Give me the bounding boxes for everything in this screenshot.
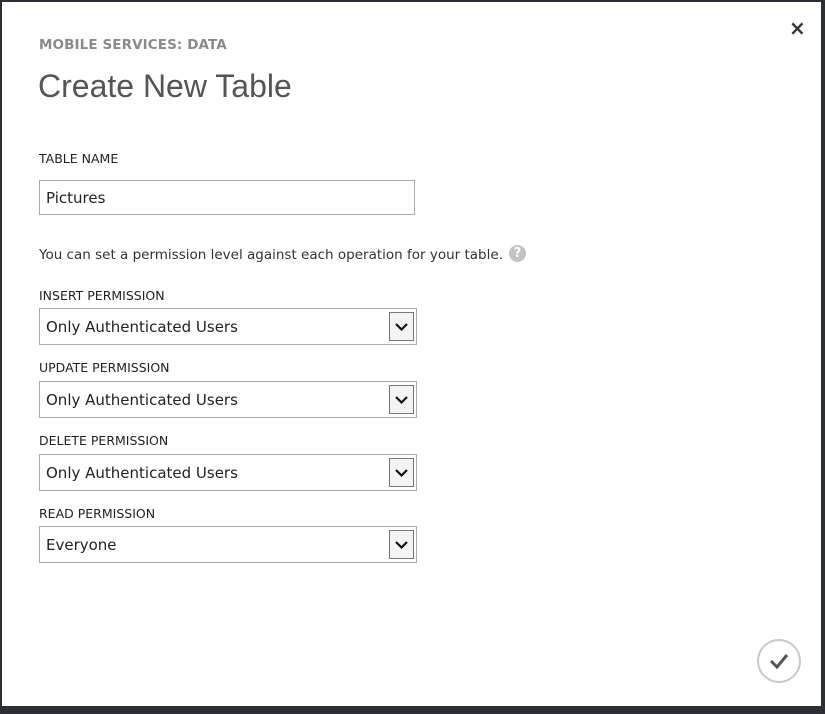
delete-permission-label: DELETE PERMISSION xyxy=(39,433,169,448)
read-permission-label: READ PERMISSION xyxy=(39,506,156,521)
insert-permission-label: INSERT PERMISSION xyxy=(39,288,165,303)
delete-permission-select[interactable]: Only Authenticated Users xyxy=(39,454,417,491)
create-table-dialog: × MOBILE SERVICES: DATA Create New Table… xyxy=(2,2,821,706)
update-permission-select[interactable]: Only Authenticated Users xyxy=(39,381,417,418)
read-permission-select[interactable]: Everyone xyxy=(39,526,417,563)
table-name-input[interactable] xyxy=(39,180,415,215)
select-value: Everyone xyxy=(46,536,117,554)
select-value: Only Authenticated Users xyxy=(46,391,238,409)
chevron-down-icon[interactable] xyxy=(389,458,414,487)
chevron-down-icon[interactable] xyxy=(389,530,414,559)
table-name-label: TABLE NAME xyxy=(39,151,119,166)
help-icon[interactable]: ? xyxy=(509,245,526,262)
dialog-subtitle: MOBILE SERVICES: DATA xyxy=(39,37,227,53)
select-value: Only Authenticated Users xyxy=(46,464,238,482)
select-value: Only Authenticated Users xyxy=(46,318,238,336)
confirm-button[interactable] xyxy=(757,639,801,683)
insert-permission-select[interactable]: Only Authenticated Users xyxy=(39,308,417,345)
chevron-down-icon[interactable] xyxy=(389,312,414,341)
close-icon[interactable]: × xyxy=(789,18,806,38)
chevron-down-icon[interactable] xyxy=(389,385,414,414)
page-title: Create New Table xyxy=(38,68,292,104)
permission-description: You can set a permission level against e… xyxy=(39,247,503,263)
update-permission-label: UPDATE PERMISSION xyxy=(39,360,170,375)
checkmark-icon xyxy=(769,654,789,670)
